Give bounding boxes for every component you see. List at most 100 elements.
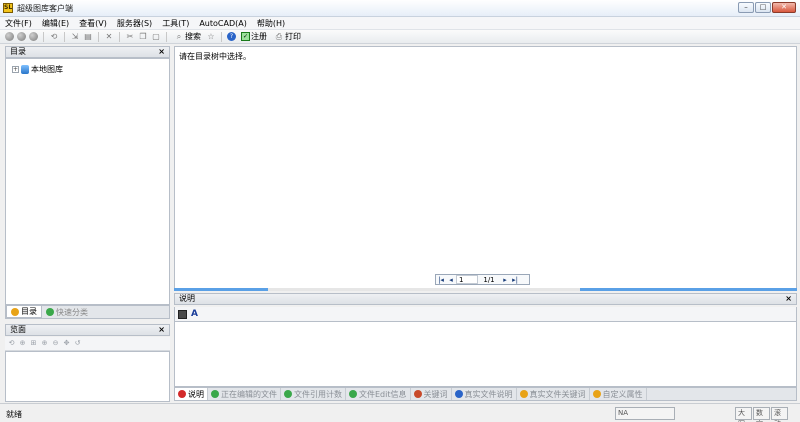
register-button[interactable]: ✓ 注册 — [239, 31, 269, 42]
close-button[interactable]: ✕ — [772, 2, 796, 13]
toolbar-separator — [119, 31, 120, 42]
first-page-icon[interactable]: |◂ — [436, 276, 446, 284]
view-toolbar: ⟲ ⊕ ⊞ ⊕ ⊖ ✥ ↺ — [5, 337, 170, 351]
menu-server[interactable]: 服务器(S) — [117, 18, 152, 29]
tab-edit-info[interactable]: 文件Edit信息 — [346, 388, 411, 400]
menu-autocad[interactable]: AutoCAD(A) — [199, 19, 247, 28]
last-page-icon[interactable]: ▸| — [510, 276, 520, 284]
tree-node-label: 本地图库 — [31, 65, 63, 74]
status-text: 就绪 — [6, 410, 22, 419]
page-total: 1/1 — [483, 275, 495, 284]
reset-view-icon[interactable]: ↺ — [73, 339, 82, 348]
description-tab-icon — [178, 390, 186, 398]
zoom-in-icon[interactable]: ⊕ — [40, 339, 49, 348]
menu-edit[interactable]: 编辑(E) — [42, 18, 69, 29]
main-content: 请在目录树中选择。 |◂ ◂ 1 1/1 ▸ ▸| — [174, 46, 797, 289]
zoom-extents-icon[interactable]: ⊞ — [29, 339, 38, 348]
print-button-label: 打印 — [285, 32, 301, 41]
page-input[interactable]: 1 — [456, 275, 478, 284]
document-icon[interactable]: ▤ — [83, 32, 93, 42]
copy-icon[interactable]: ❐ — [138, 32, 148, 42]
menu-bar: 文件(F) 编辑(E) 查看(V) 服务器(S) 工具(T) AutoCAD(A… — [0, 17, 800, 30]
reference-count-tab-icon — [284, 390, 292, 398]
tab-label: 自定义属性 — [602, 389, 643, 399]
view-panel-close-icon[interactable]: × — [158, 325, 165, 335]
description-panel-close-icon[interactable]: × — [785, 294, 792, 304]
tab-custom-properties[interactable]: 自定义属性 — [590, 388, 647, 400]
left-panel-tabs: 目录 快速分类 — [5, 305, 170, 319]
library-icon — [21, 65, 29, 74]
cut-icon[interactable]: ✂ — [125, 32, 135, 42]
print-icon: ⎙ — [275, 31, 283, 41]
maximize-button[interactable]: □ — [755, 2, 771, 13]
next-page-icon[interactable]: ▸ — [500, 276, 510, 284]
editing-files-tab-icon — [211, 390, 219, 398]
tab-quick-category[interactable]: 快速分类 — [42, 306, 92, 318]
register-button-label: 注册 — [251, 32, 267, 41]
tab-real-file-keywords[interactable]: 真实文件关键词 — [517, 388, 590, 400]
window-title: 超级图库客户端 — [17, 4, 73, 13]
paste-icon[interactable]: ▢ — [151, 32, 161, 42]
bottom-panel-tabs: 说明 正在编辑的文件 文件引用计数 文件Edit信息 关键词 真实文件说明 真实… — [174, 387, 797, 401]
search-button-label: 搜索 — [185, 32, 201, 41]
minimize-button[interactable]: – — [738, 2, 754, 13]
import-icon[interactable]: ⇲ — [70, 32, 80, 42]
refresh-icon[interactable] — [29, 32, 38, 41]
menu-view[interactable]: 查看(V) — [79, 18, 107, 29]
menu-help[interactable]: 帮助(H) — [257, 18, 285, 29]
scroll-indicator: 滚动 — [771, 407, 788, 422]
zoom-out-icon[interactable]: ⊖ — [51, 339, 60, 348]
sync-icon[interactable]: ⟲ — [49, 32, 59, 42]
tree-node-local-library[interactable]: + 本地图库 — [12, 64, 63, 75]
print-button[interactable]: ⎙ 打印 — [272, 31, 303, 42]
toolbar-separator — [98, 31, 99, 42]
description-text-area[interactable] — [174, 321, 797, 387]
prev-page-icon[interactable]: ◂ — [446, 276, 456, 284]
tab-directory[interactable]: 目录 — [6, 306, 42, 318]
forward-icon[interactable] — [17, 32, 26, 41]
num-indicator: 数字 — [753, 407, 770, 422]
toolbar: ⟲ ⇲ ▤ ✕ ✂ ❐ ▢ ⌕ 搜索 ☆ ? ✓ 注册 ⎙ 打印 — [0, 30, 800, 44]
progress-segment — [580, 288, 797, 291]
toolbar-separator — [64, 31, 65, 42]
search-button[interactable]: ⌕ 搜索 — [172, 31, 203, 42]
tab-reference-count[interactable]: 文件引用计数 — [281, 388, 346, 400]
rotate-icon[interactable]: ⟲ — [7, 339, 16, 348]
description-panel-header: 说明 × — [174, 293, 797, 305]
toolbar-separator — [166, 31, 167, 42]
zoom-window-icon[interactable]: ⊕ — [18, 339, 27, 348]
menu-tools[interactable]: 工具(T) — [162, 18, 189, 29]
directory-panel-close-icon[interactable]: × — [158, 47, 165, 57]
favorite-icon[interactable]: ☆ — [206, 32, 216, 42]
main-progress-strip — [174, 288, 797, 291]
register-icon: ✓ — [241, 32, 250, 41]
main-message: 请在目录树中选择。 — [179, 52, 251, 61]
menu-file[interactable]: 文件(F) — [5, 18, 32, 29]
title-bar: SL 超级图库客户端 – □ ✕ — [0, 0, 800, 17]
font-icon[interactable]: A — [191, 309, 198, 319]
help-icon[interactable]: ? — [227, 32, 236, 41]
save-icon[interactable] — [178, 309, 187, 319]
directory-tree: + 本地图库 — [5, 58, 170, 305]
window-controls: – □ ✕ — [738, 2, 796, 13]
progress-segment — [174, 288, 268, 291]
tab-label: 关键词 — [423, 389, 448, 399]
delete-icon[interactable]: ✕ — [104, 32, 114, 42]
toolbar-separator — [221, 31, 222, 42]
back-icon[interactable] — [5, 32, 14, 41]
tab-editing-files[interactable]: 正在编辑的文件 — [208, 388, 281, 400]
directory-panel-header: 目录 × — [5, 46, 170, 58]
keywords-tab-icon — [413, 390, 422, 398]
description-toolbar: A — [174, 307, 797, 321]
tree-expand-icon[interactable]: + — [12, 66, 19, 73]
tab-label: 正在编辑的文件 — [221, 389, 277, 399]
tab-label: 文件引用计数 — [294, 389, 342, 399]
pan-icon[interactable]: ✥ — [62, 339, 71, 348]
view-panel-header: 览面 × — [5, 324, 170, 336]
tab-real-file-description[interactable]: 真实文件说明 — [452, 388, 517, 400]
tab-keywords[interactable]: 关键词 — [411, 388, 452, 400]
directory-tab-icon — [11, 307, 19, 316]
tab-description[interactable]: 说明 — [175, 388, 208, 400]
app-icon: SL — [3, 3, 13, 13]
tab-label: 文件Edit信息 — [359, 389, 407, 399]
